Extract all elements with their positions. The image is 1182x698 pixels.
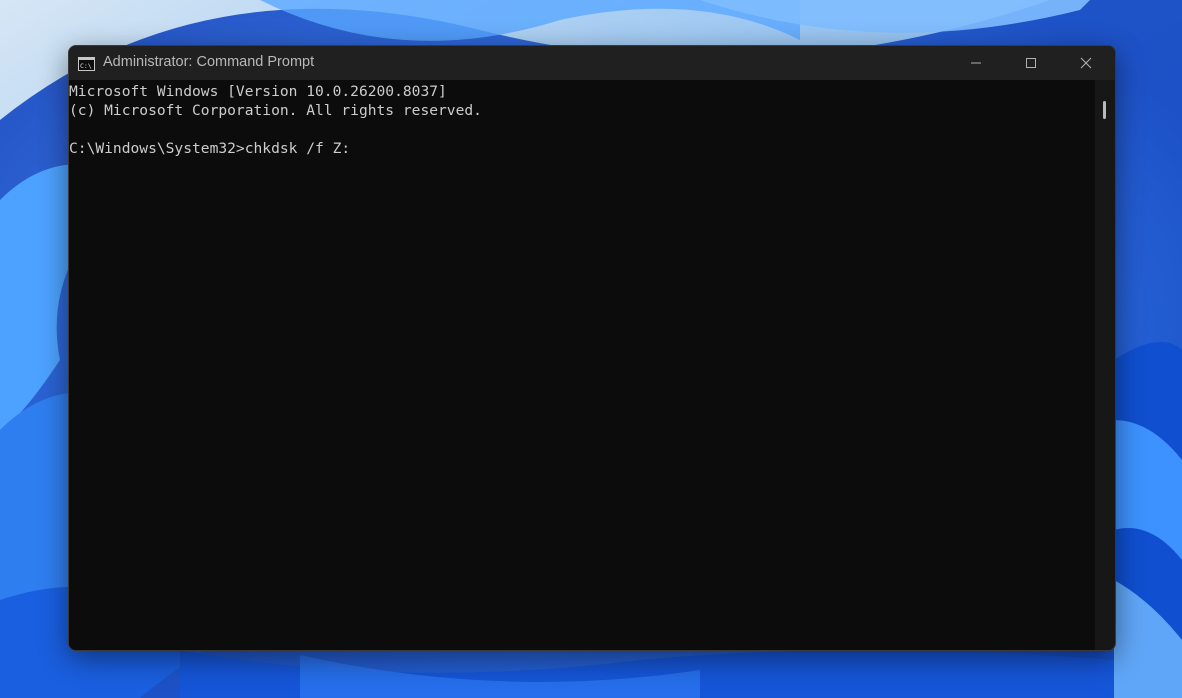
- close-icon: [1080, 57, 1092, 69]
- console-command-line[interactable]: C:\Windows\System32>chkdsk /f Z:: [69, 139, 350, 158]
- console-output[interactable]: Microsoft Windows [Version 10.0.26200.80…: [69, 80, 1095, 650]
- close-button[interactable]: [1063, 46, 1109, 80]
- maximize-icon: [1026, 58, 1036, 68]
- minimize-button[interactable]: [953, 46, 999, 80]
- window-title: Administrator: Command Prompt: [103, 54, 315, 70]
- title-bar[interactable]: C:\ Administrator: Command Prompt: [69, 46, 1115, 80]
- vertical-scrollbar[interactable]: [1095, 80, 1115, 650]
- scrollbar-thumb[interactable]: [1103, 101, 1106, 119]
- svg-text:C:\: C:\: [80, 62, 92, 70]
- command-prompt-icon: C:\: [78, 56, 95, 71]
- command-prompt-window[interactable]: C:\ Administrator: Command Prompt Micros…: [68, 45, 1116, 651]
- maximize-button[interactable]: [1008, 46, 1054, 80]
- minimize-icon: [971, 62, 981, 64]
- console-line-version: Microsoft Windows [Version 10.0.26200.80…: [69, 83, 447, 100]
- console-line-copyright: (c) Microsoft Corporation. All rights re…: [69, 102, 482, 119]
